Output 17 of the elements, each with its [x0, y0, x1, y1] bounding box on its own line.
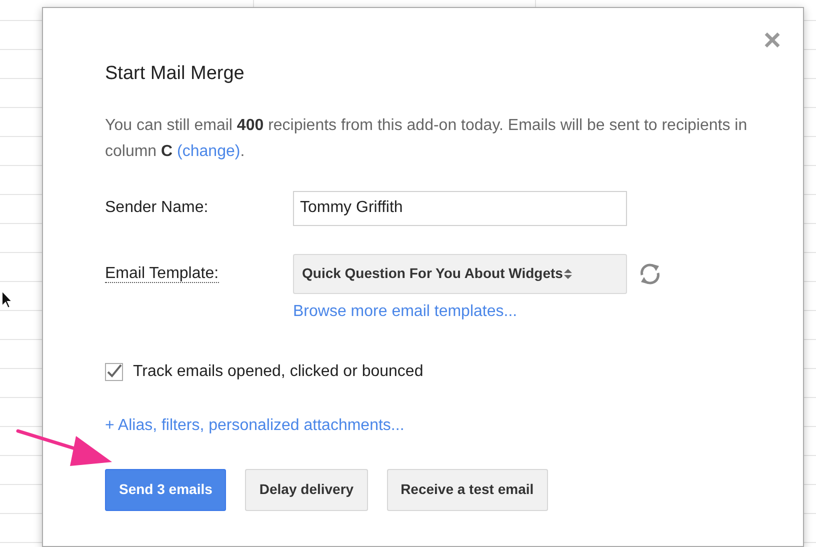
notice-text: You can still email 400 recipients from this add-on today. Emails will be sent to recipients in column C (change). — [105, 116, 748, 162]
track-label: Track emails opened, clicked or bounced — [133, 362, 424, 382]
close-button[interactable]: × — [763, 26, 781, 56]
secondary-button[interactable]: Delay delivery — [245, 468, 368, 510]
change-link[interactable]: (change) — [177, 142, 240, 160]
dialog-title: Start Mail Merge — [105, 62, 246, 86]
dropdown-arrows-icon — [564, 268, 572, 280]
track-checkbox[interactable] — [105, 362, 123, 380]
send-button[interactable]: Send 3 emails — [105, 468, 226, 510]
sender-name-field[interactable]: Tommy Griffith — [293, 190, 627, 226]
cursor-icon — [1, 290, 13, 310]
sender-name-label: Sender Name: — [105, 198, 210, 218]
secondary-button[interactable]: Receive a test email — [386, 468, 548, 510]
browse-templates-link[interactable]: Browse more email templates... — [293, 300, 518, 324]
options-link[interactable]: + Alias, filters, personalized attachments... — [105, 414, 404, 438]
template-dropdown[interactable]: Quick Question For You About Widgets — [293, 254, 627, 294]
email-template-label: Email Template: — [105, 264, 220, 284]
